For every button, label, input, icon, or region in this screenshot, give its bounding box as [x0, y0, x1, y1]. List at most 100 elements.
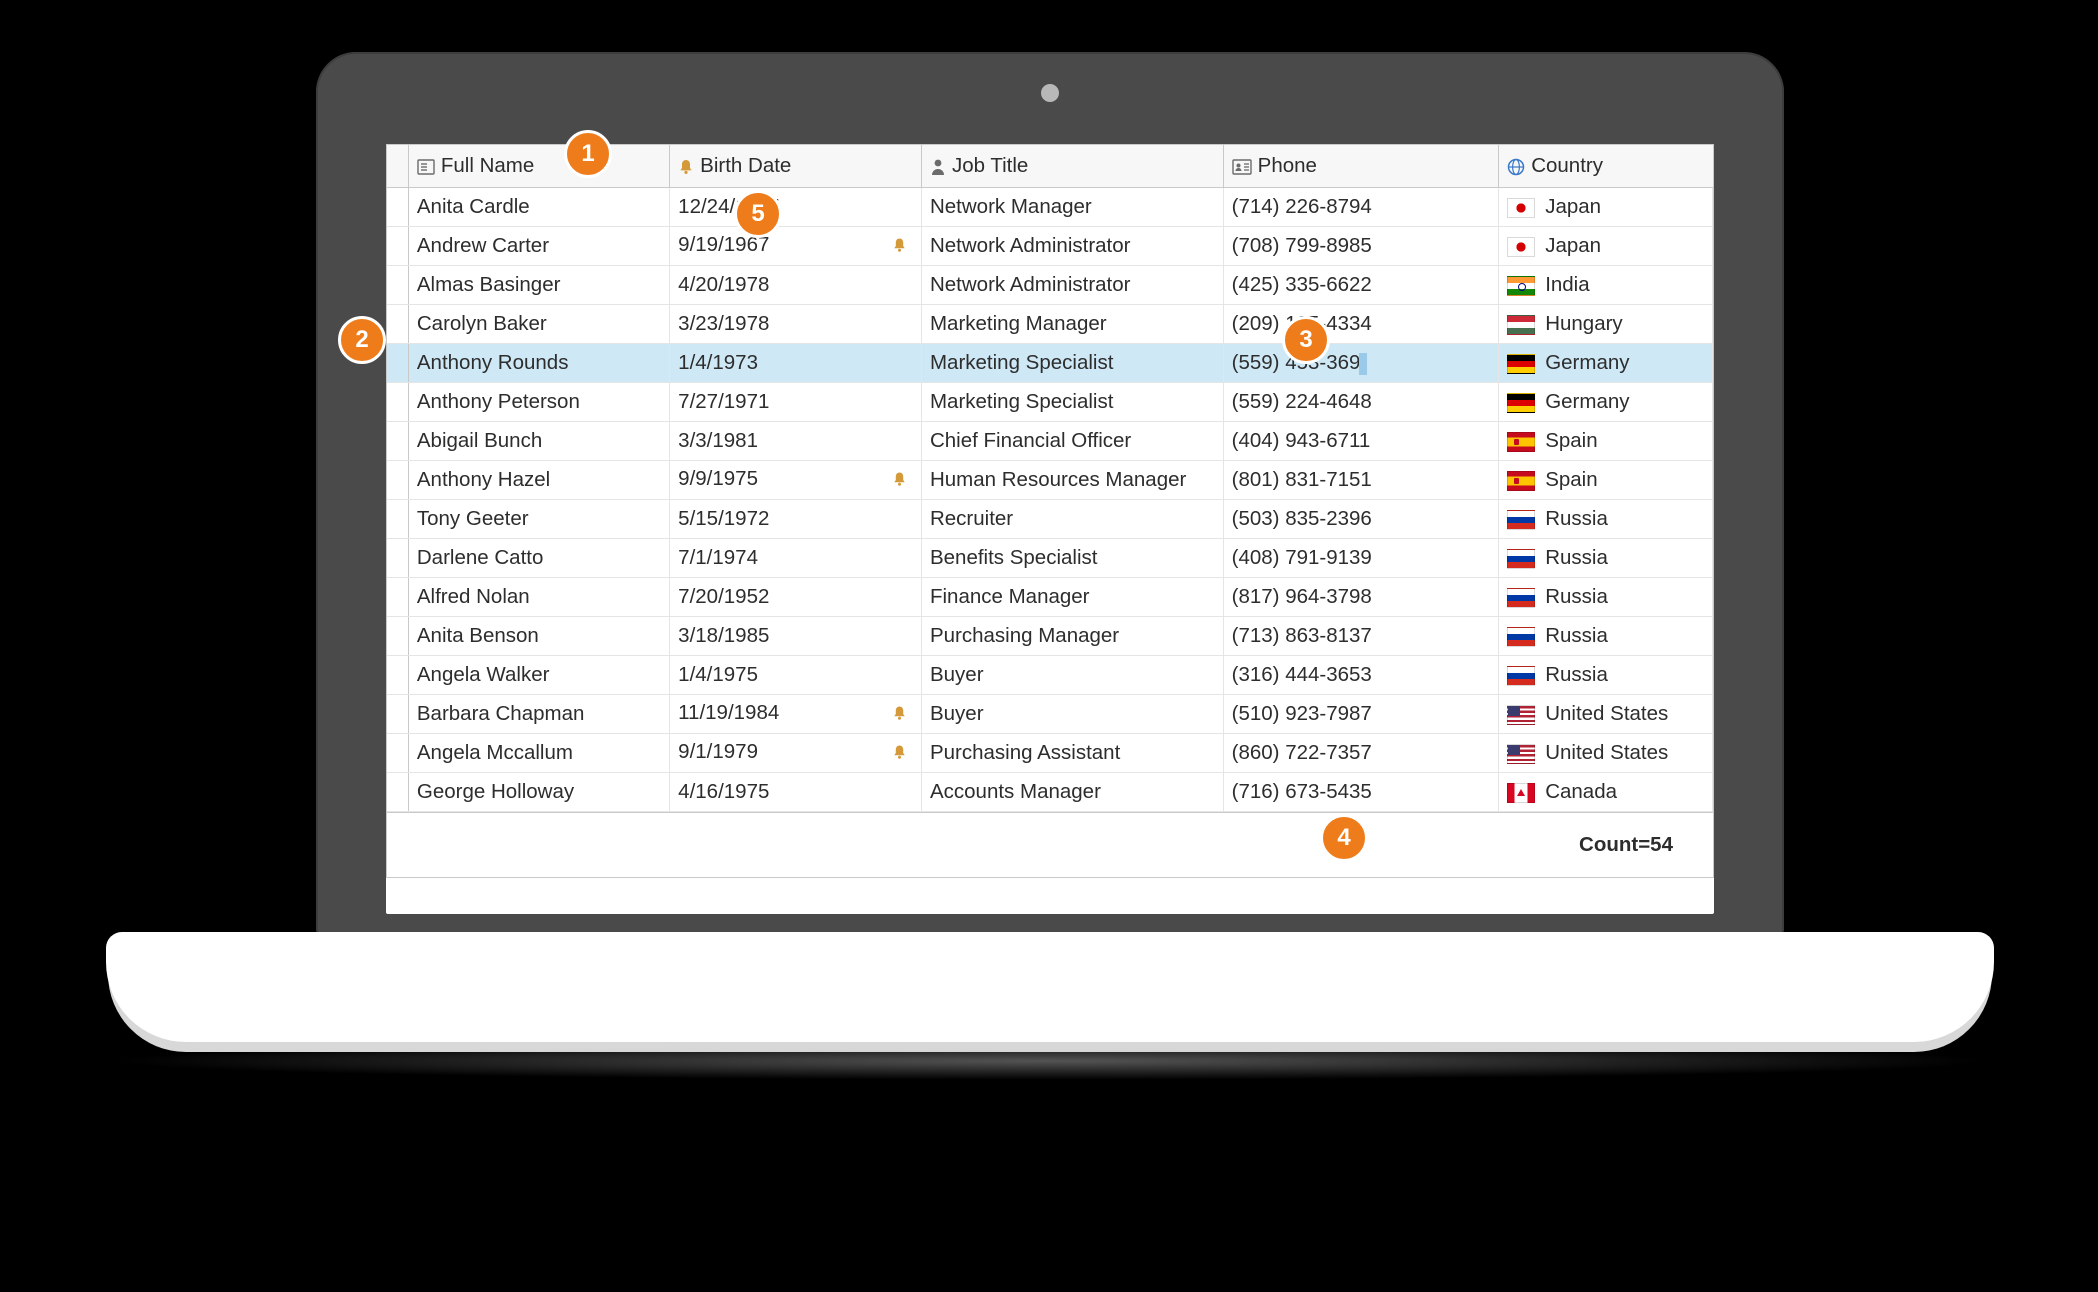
- cell-phone[interactable]: (801) 831-7151: [1223, 461, 1499, 500]
- cell-birth-date[interactable]: 3/3/1981: [670, 422, 922, 461]
- cell-birth-date[interactable]: 3/18/1985: [670, 617, 922, 656]
- cell-birth-date[interactable]: 7/1/1974: [670, 539, 922, 578]
- cell-phone[interactable]: (559) 224-4648: [1223, 383, 1499, 422]
- cell-country[interactable]: Germany: [1499, 344, 1713, 383]
- row-indicator[interactable]: [387, 266, 408, 305]
- cell-job-title[interactable]: Benefits Specialist: [921, 539, 1223, 578]
- table-row[interactable]: Tony Geeter5/15/1972Recruiter(503) 835-2…: [387, 500, 1713, 539]
- header-row[interactable]: Full NameBirth DateJob TitlePhoneCountry: [387, 145, 1713, 188]
- cell-birth-date[interactable]: 3/23/1978: [670, 305, 922, 344]
- table-row[interactable]: Darlene Catto7/1/1974Benefits Specialist…: [387, 539, 1713, 578]
- table-row[interactable]: Anthony Hazel9/9/1975Human Resources Man…: [387, 461, 1713, 500]
- cell-job-title[interactable]: Network Administrator: [921, 227, 1223, 266]
- row-indicator[interactable]: [387, 656, 408, 695]
- cell-full-name[interactable]: Abigail Bunch: [408, 422, 669, 461]
- cell-country[interactable]: Hungary: [1499, 305, 1713, 344]
- cell-country[interactable]: Canada: [1499, 773, 1713, 812]
- cell-job-title[interactable]: Marketing Specialist: [921, 383, 1223, 422]
- row-indicator[interactable]: [387, 227, 408, 266]
- cell-country[interactable]: Russia: [1499, 500, 1713, 539]
- table-row[interactable]: Alfred Nolan7/20/1952Finance Manager(817…: [387, 578, 1713, 617]
- cell-country[interactable]: Japan: [1499, 227, 1713, 266]
- cell-full-name[interactable]: Almas Basinger: [408, 266, 669, 305]
- cell-country[interactable]: Japan: [1499, 188, 1713, 227]
- row-indicator[interactable]: [387, 539, 408, 578]
- cell-full-name[interactable]: Alfred Nolan: [408, 578, 669, 617]
- cell-birth-date[interactable]: 9/9/1975: [670, 461, 922, 500]
- cell-phone[interactable]: (408) 791-9139: [1223, 539, 1499, 578]
- row-indicator[interactable]: [387, 461, 408, 500]
- cell-job-title[interactable]: Human Resources Manager: [921, 461, 1223, 500]
- table-row[interactable]: Carolyn Baker3/23/1978Marketing Manager(…: [387, 305, 1713, 344]
- cell-job-title[interactable]: Chief Financial Officer: [921, 422, 1223, 461]
- table-row[interactable]: Angela Walker1/4/1975Buyer(316) 444-3653…: [387, 656, 1713, 695]
- table-row[interactable]: Abigail Bunch3/3/1981Chief Financial Off…: [387, 422, 1713, 461]
- cell-country[interactable]: Spain: [1499, 422, 1713, 461]
- cell-job-title[interactable]: Purchasing Assistant: [921, 734, 1223, 773]
- row-indicator[interactable]: [387, 617, 408, 656]
- cell-birth-date[interactable]: 5/15/1972: [670, 500, 922, 539]
- cell-job-title[interactable]: Buyer: [921, 695, 1223, 734]
- table-row[interactable]: Almas Basinger4/20/1978Network Administr…: [387, 266, 1713, 305]
- cell-full-name[interactable]: George Holloway: [408, 773, 669, 812]
- cell-full-name[interactable]: Andrew Carter: [408, 227, 669, 266]
- cell-phone[interactable]: (316) 444-3653: [1223, 656, 1499, 695]
- row-indicator[interactable]: [387, 695, 408, 734]
- cell-country[interactable]: United States: [1499, 695, 1713, 734]
- cell-full-name[interactable]: Anita Benson: [408, 617, 669, 656]
- cell-birth-date[interactable]: 12/24/1974: [670, 188, 922, 227]
- cell-full-name[interactable]: Anthony Peterson: [408, 383, 669, 422]
- cell-country[interactable]: Russia: [1499, 617, 1713, 656]
- cell-phone[interactable]: (860) 722-7357: [1223, 734, 1499, 773]
- cell-full-name[interactable]: Darlene Catto: [408, 539, 669, 578]
- cell-birth-date[interactable]: 7/20/1952: [670, 578, 922, 617]
- cell-job-title[interactable]: Finance Manager: [921, 578, 1223, 617]
- cell-phone[interactable]: (817) 964-3798: [1223, 578, 1499, 617]
- cell-country[interactable]: United States: [1499, 734, 1713, 773]
- column-header-country[interactable]: Country: [1499, 145, 1713, 188]
- column-header-birth[interactable]: Birth Date: [670, 145, 922, 188]
- cell-birth-date[interactable]: 1/4/1975: [670, 656, 922, 695]
- cell-full-name[interactable]: Anthony Hazel: [408, 461, 669, 500]
- row-indicator[interactable]: [387, 344, 408, 383]
- data-grid[interactable]: Full NameBirth DateJob TitlePhoneCountry…: [386, 144, 1714, 878]
- cell-phone[interactable]: (716) 673-5435: [1223, 773, 1499, 812]
- cell-job-title[interactable]: Network Manager: [921, 188, 1223, 227]
- cell-job-title[interactable]: Buyer: [921, 656, 1223, 695]
- cell-birth-date[interactable]: 11/19/1984: [670, 695, 922, 734]
- cell-phone[interactable]: (209) 125-4334: [1223, 305, 1499, 344]
- cell-country[interactable]: India: [1499, 266, 1713, 305]
- cell-country[interactable]: Russia: [1499, 539, 1713, 578]
- cell-birth-date[interactable]: 4/16/1975: [670, 773, 922, 812]
- table-row[interactable]: Anita Benson3/18/1985Purchasing Manager(…: [387, 617, 1713, 656]
- cell-job-title[interactable]: Marketing Manager: [921, 305, 1223, 344]
- cell-birth-date[interactable]: 9/1/1979: [670, 734, 922, 773]
- table-row[interactable]: Anita Cardle12/24/1974Network Manager(71…: [387, 188, 1713, 227]
- cell-phone[interactable]: (713) 863-8137: [1223, 617, 1499, 656]
- cell-birth-date[interactable]: 7/27/1971: [670, 383, 922, 422]
- cell-full-name[interactable]: Tony Geeter: [408, 500, 669, 539]
- cell-country[interactable]: Germany: [1499, 383, 1713, 422]
- column-header-job[interactable]: Job Title: [921, 145, 1223, 188]
- cell-job-title[interactable]: Recruiter: [921, 500, 1223, 539]
- table-row[interactable]: Anthony Peterson7/27/1971Marketing Speci…: [387, 383, 1713, 422]
- cell-birth-date[interactable]: 1/4/1973: [670, 344, 922, 383]
- cell-country[interactable]: Russia: [1499, 656, 1713, 695]
- table-row[interactable]: Anthony Rounds1/4/1973Marketing Speciali…: [387, 344, 1713, 383]
- row-indicator[interactable]: [387, 188, 408, 227]
- cell-country[interactable]: Spain: [1499, 461, 1713, 500]
- cell-job-title[interactable]: Network Administrator: [921, 266, 1223, 305]
- row-indicator[interactable]: [387, 383, 408, 422]
- cell-phone[interactable]: (510) 923-7987: [1223, 695, 1499, 734]
- table-row[interactable]: Barbara Chapman11/19/1984Buyer(510) 923-…: [387, 695, 1713, 734]
- table-row[interactable]: Andrew Carter9/19/1967Network Administra…: [387, 227, 1713, 266]
- column-header-phone[interactable]: Phone: [1223, 145, 1499, 188]
- cell-birth-date[interactable]: 4/20/1978: [670, 266, 922, 305]
- cell-phone[interactable]: (708) 799-8985: [1223, 227, 1499, 266]
- cell-phone[interactable]: (503) 835-2396: [1223, 500, 1499, 539]
- cell-phone[interactable]: (404) 943-6711: [1223, 422, 1499, 461]
- cell-phone[interactable]: (714) 226-8794: [1223, 188, 1499, 227]
- cell-birth-date[interactable]: 9/19/1967: [670, 227, 922, 266]
- row-indicator[interactable]: [387, 578, 408, 617]
- cell-job-title[interactable]: Marketing Specialist: [921, 344, 1223, 383]
